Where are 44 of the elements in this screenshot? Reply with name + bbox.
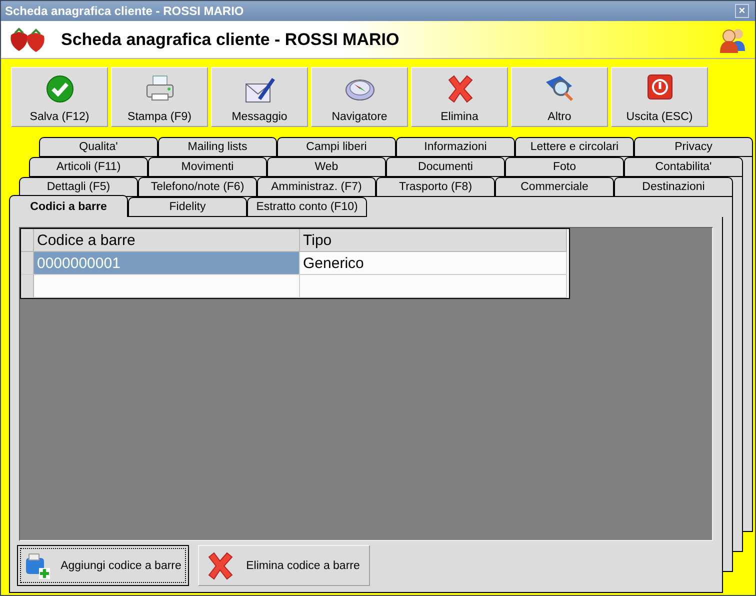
tab[interactable]: Campi liberi xyxy=(277,137,396,157)
checkmark-icon xyxy=(44,74,74,104)
tab[interactable]: Estratto conto (F10) xyxy=(247,197,367,217)
toolbar-button[interactable]: Stampa (F9) xyxy=(111,67,208,127)
action-button[interactable]: Aggiungi codice a barre xyxy=(17,545,189,586)
tab[interactable]: Qualita' xyxy=(39,137,158,157)
toolbar-button[interactable]: Navigatore xyxy=(311,67,408,127)
tab[interactable]: Fidelity xyxy=(128,197,247,217)
book-magnifier-icon xyxy=(544,74,576,104)
row-header xyxy=(21,275,34,298)
tab[interactable]: Lettere e circolari xyxy=(515,137,634,157)
tab[interactable]: Foto xyxy=(505,157,624,177)
header-corner xyxy=(21,229,34,252)
column-header: Codice a barre xyxy=(34,229,300,252)
action-button[interactable]: Elimina codice a barre xyxy=(198,545,370,586)
table-cell: Generico xyxy=(300,252,567,275)
tab[interactable]: Contabilita' xyxy=(624,157,743,177)
tab[interactable]: Informazioni xyxy=(396,137,515,157)
form-title: Scheda anagrafica cliente - ROSSI MARIO xyxy=(61,30,400,50)
tab[interactable]: Documenti xyxy=(386,157,505,177)
toolbar-button[interactable]: Messaggio xyxy=(211,67,308,127)
toolbar-button[interactable]: Altro xyxy=(511,67,608,127)
tab[interactable]: Mailing lists xyxy=(158,137,277,157)
tab[interactable]: Destinazioni xyxy=(614,177,733,197)
tab[interactable]: Commerciale xyxy=(495,177,614,197)
tab[interactable]: Amministraz. (F7) xyxy=(257,177,376,197)
table-cell: 0000000001 xyxy=(34,252,300,275)
toolbar-button[interactable]: Salva (F12) xyxy=(11,67,108,127)
toolbar-button[interactable]: Elimina xyxy=(411,67,508,127)
window-title: Scheda anagrafica cliente - ROSSI MARIO xyxy=(5,4,244,18)
tab[interactable]: Articoli (F11) xyxy=(29,157,148,177)
tab[interactable]: Codici a barre xyxy=(9,195,128,217)
tab[interactable]: Movimenti xyxy=(148,157,267,177)
tab[interactable]: Dettagli (F5) xyxy=(19,177,138,197)
users-icon xyxy=(719,26,747,52)
column-header: Tipo xyxy=(300,229,567,252)
tab[interactable]: Trasporto (F8) xyxy=(376,177,495,197)
add-barcode-icon xyxy=(24,552,52,580)
power-icon xyxy=(646,74,672,100)
tab[interactable]: Web xyxy=(267,157,386,177)
strawberries-icon xyxy=(9,26,47,52)
toolbar-button[interactable]: Uscita (ESC) xyxy=(611,67,708,127)
tab[interactable]: Privacy xyxy=(634,137,753,157)
tab[interactable]: Telefono/note (F6) xyxy=(138,177,257,197)
